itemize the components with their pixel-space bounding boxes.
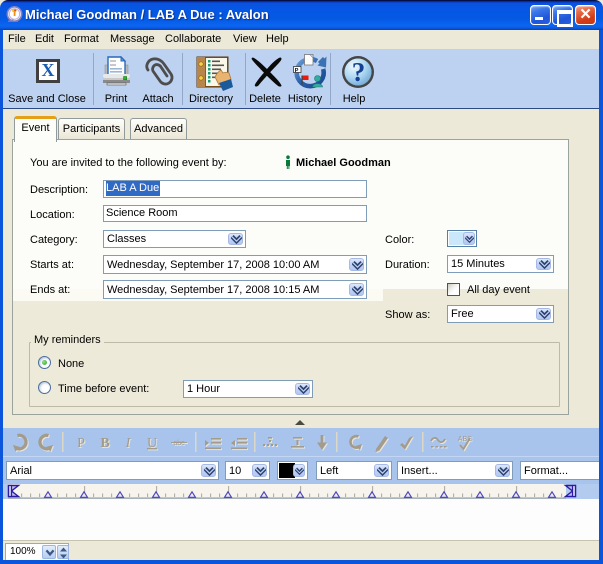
svg-text:P: P xyxy=(295,68,299,74)
svg-text:?: ? xyxy=(352,57,366,87)
svg-text:P: P xyxy=(77,436,85,451)
svg-text:U: U xyxy=(147,436,157,451)
svg-text:B: B xyxy=(100,436,109,451)
svg-text:abc: abc xyxy=(173,440,185,447)
